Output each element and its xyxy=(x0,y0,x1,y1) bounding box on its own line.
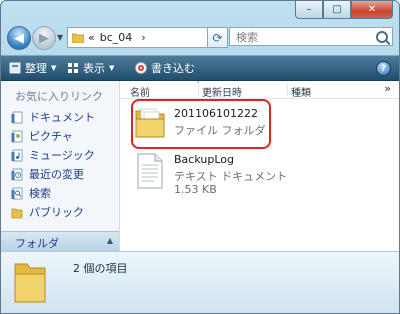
caption-buttons: – □ ✕ xyxy=(295,1,393,19)
sidebar-item-label: 最近の変更 xyxy=(29,168,84,181)
organize-button[interactable]: 整理 ▼ xyxy=(9,60,56,76)
refresh-button[interactable]: ⟳ xyxy=(207,27,228,48)
breadcrumb-bc-04[interactable]: bc_04 xyxy=(100,31,133,44)
minimize-button[interactable]: – xyxy=(295,1,323,19)
file-list: ⌃ 名前 更新日時 種類 » 201106101222 ファイル フォルダ xyxy=(120,80,399,251)
search-icon[interactable] xyxy=(376,31,388,43)
file-item-text[interactable]: BackupLog テキスト ドキュメント 1.53 KB xyxy=(134,151,374,199)
folder-icon xyxy=(13,256,47,308)
search-folder-icon xyxy=(11,187,23,200)
folder-icon xyxy=(134,105,166,143)
breadcrumb-separator[interactable]: › xyxy=(141,31,145,44)
sidebar-item-recent-changes[interactable]: 最近の変更 xyxy=(11,165,84,183)
file-name: 201106101222 xyxy=(174,107,258,120)
column-date-modified[interactable]: 更新日時 xyxy=(202,84,242,99)
column-header-row: ⌃ 名前 更新日時 種類 » xyxy=(120,80,399,99)
chevron-down-icon: ▼ xyxy=(51,64,57,72)
maximize-button[interactable]: □ xyxy=(323,1,351,19)
sidebar-item-public[interactable]: パブリック xyxy=(11,203,84,221)
sidebar-item-label: ミュージック xyxy=(29,149,95,162)
folders-bar[interactable]: フォルダ ▲ xyxy=(1,231,119,252)
file-item-folder[interactable]: 201106101222 ファイル フォルダ xyxy=(131,99,374,153)
chevron-up-icon: ▲ xyxy=(106,236,113,245)
views-label: 表示 xyxy=(83,62,105,75)
command-bar: 整理 ▼ 表示 ▼ 書き込む ? xyxy=(1,55,399,81)
navigation-pane: お気に入りリンク ドキュメント ピクチャ ミュージック 最近の変更 検索 パブリ… xyxy=(1,81,120,252)
address-row: ◀ ▶ ▼ « bc_04 › ▼ ⟳ 検索 xyxy=(1,21,399,53)
documents-icon xyxy=(11,111,23,124)
file-name: BackupLog xyxy=(174,153,234,166)
public-folder-icon xyxy=(11,206,23,219)
search-placeholder: 検索 xyxy=(236,30,258,44)
sidebar-item-label: ピクチャ xyxy=(29,130,73,143)
pictures-icon xyxy=(11,130,23,143)
address-overflow[interactable]: « xyxy=(88,31,95,44)
address-bar[interactable]: « bc_04 › ▼ xyxy=(67,27,224,48)
recent-pages-dropdown[interactable]: ▼ xyxy=(57,33,63,42)
organize-icon xyxy=(9,62,21,74)
file-size: 1.53 KB xyxy=(174,183,217,196)
recent-changes-icon xyxy=(11,168,23,181)
details-pane: 2 個の項目 xyxy=(1,251,399,313)
sidebar-item-label: パブリック xyxy=(29,206,84,219)
column-divider[interactable] xyxy=(198,83,199,96)
burn-button[interactable]: 書き込む xyxy=(135,60,195,76)
item-count: 2 個の項目 xyxy=(73,262,128,275)
views-button[interactable]: 表示 ▼ xyxy=(67,60,114,76)
sidebar-item-label: ドキュメント xyxy=(29,111,95,124)
search-input[interactable]: 検索 xyxy=(229,27,393,46)
views-icon xyxy=(67,62,79,74)
text-document-icon xyxy=(136,153,164,193)
organize-label: 整理 xyxy=(25,62,47,75)
folder-icon xyxy=(71,32,85,44)
sidebar-item-label: 検索 xyxy=(29,187,51,200)
burn-disc-icon xyxy=(135,62,147,74)
sidebar-item-pictures[interactable]: ピクチャ xyxy=(11,127,73,145)
close-button[interactable]: ✕ xyxy=(351,1,393,19)
music-icon xyxy=(11,149,23,162)
help-icon[interactable]: ? xyxy=(376,61,391,76)
sidebar-item-search[interactable]: 検索 xyxy=(11,184,51,202)
folders-label: フォルダ xyxy=(15,237,59,250)
favorite-links-header: お気に入りリンク xyxy=(15,90,103,103)
column-type[interactable]: 種類 xyxy=(291,84,311,99)
more-columns-icon[interactable]: » xyxy=(384,82,391,95)
column-name[interactable]: 名前 xyxy=(130,84,150,99)
forward-button[interactable]: ▶ xyxy=(32,26,56,50)
column-divider[interactable] xyxy=(287,83,288,96)
sidebar-item-documents[interactable]: ドキュメント xyxy=(11,108,95,126)
chevron-down-icon: ▼ xyxy=(109,64,115,72)
back-button[interactable]: ◀ xyxy=(7,26,31,50)
burn-label: 書き込む xyxy=(151,62,195,75)
file-type: ファイル フォルダ xyxy=(174,124,266,137)
file-type: テキスト ドキュメント xyxy=(174,170,288,183)
sidebar-item-music[interactable]: ミュージック xyxy=(11,146,95,164)
explorer-window: – □ ✕ ◀ ▶ ▼ « bc_04 › ▼ ⟳ 検索 整理 ▼ xyxy=(0,0,400,314)
